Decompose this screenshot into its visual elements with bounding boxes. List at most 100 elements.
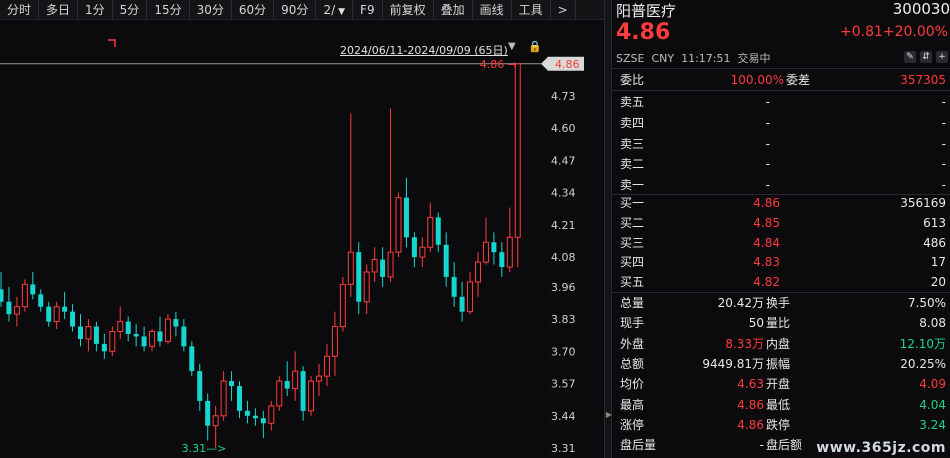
candle xyxy=(46,301,52,327)
candle xyxy=(316,363,322,396)
candle-body xyxy=(141,336,147,347)
toolbar-item[interactable]: 30分 xyxy=(190,0,232,20)
y-tick-label: 3.96 xyxy=(551,281,576,294)
candle-body xyxy=(514,63,521,238)
candle xyxy=(395,192,402,258)
candle xyxy=(220,371,227,421)
ratio-label: 委比 xyxy=(620,73,645,87)
candle xyxy=(300,366,306,421)
candle-body xyxy=(237,386,242,411)
candle-body xyxy=(411,237,417,258)
candle xyxy=(482,217,489,265)
bid-level-label: 买一 xyxy=(620,196,645,210)
bid-level-label: 买五 xyxy=(620,275,645,290)
candle xyxy=(0,272,4,307)
stat-label: 换手 xyxy=(766,296,791,310)
candle xyxy=(109,326,116,357)
candle xyxy=(164,314,171,344)
candle-body xyxy=(323,355,330,377)
candle-body xyxy=(117,321,124,332)
quote-meta: SZSE CNY 11:17:51 交易中 xyxy=(616,50,778,66)
stats-row: 总额 9449.81万 振幅 20.25% xyxy=(612,354,950,374)
date-range-label[interactable]: 2024/06/11-2024/09/09 (65日) xyxy=(340,42,508,58)
stat-value: 20.42万 xyxy=(717,296,764,310)
toolbar-item[interactable]: 叠加 xyxy=(434,0,473,20)
toolbar-item[interactable]: 60分 xyxy=(232,0,275,20)
candle xyxy=(237,381,242,419)
stat-label: 最低 xyxy=(766,397,791,412)
candle-body xyxy=(53,306,60,323)
toolbar-item[interactable]: 分时 xyxy=(0,0,40,20)
y-tick-label: 4.73 xyxy=(551,90,576,103)
bid-row: 买二 4.85 613 xyxy=(612,213,950,233)
ratio-diff-value: 357305 xyxy=(900,73,946,87)
ask-volume: - xyxy=(941,95,946,109)
y-tick-label: 3.31 xyxy=(551,442,576,455)
candle xyxy=(443,232,449,287)
ask-price: - xyxy=(765,95,770,109)
candle xyxy=(133,324,139,347)
kline-chart[interactable]: 4.73 4.60 4.47 4.34 4.21 4.08 3.96 3.83 3.70 3.57… xyxy=(0,20,604,458)
toolbar-item[interactable]: > xyxy=(551,0,576,20)
candle xyxy=(419,237,426,268)
toolbar-item[interactable]: 15分 xyxy=(147,0,190,20)
bid-price: 4.86 xyxy=(753,196,780,210)
stats-row: 均价 4.63 开盘 4.09 xyxy=(612,374,950,394)
candle xyxy=(260,410,266,439)
candle-body xyxy=(220,380,227,417)
candle xyxy=(411,232,417,268)
candle xyxy=(125,316,131,342)
candle-body xyxy=(356,252,362,302)
candle-body xyxy=(363,271,370,303)
candle-body xyxy=(268,405,275,424)
candle xyxy=(38,289,44,312)
stat-label: 跌停 xyxy=(766,417,791,432)
stat-value: - xyxy=(759,438,764,453)
candle-body xyxy=(173,319,179,327)
drag-icon[interactable]: ⇵ xyxy=(920,51,932,63)
ask-row: 卖五 - - xyxy=(612,92,950,112)
toolbar-item[interactable]: 工具 xyxy=(512,0,551,20)
toolbar-item[interactable]: 90分 xyxy=(274,0,317,20)
candle-body xyxy=(164,318,171,342)
toolbar-item[interactable]: 5分 xyxy=(113,0,148,20)
candle-body xyxy=(6,301,12,315)
candle-body xyxy=(46,306,52,322)
candle-body xyxy=(189,346,195,372)
candle-body xyxy=(276,380,283,407)
toolbar-item[interactable]: 1分 xyxy=(78,0,113,20)
candle xyxy=(339,276,346,332)
candle-body xyxy=(78,326,83,339)
bid-volume: 17 xyxy=(930,255,946,270)
stat-label: 内盘 xyxy=(766,336,791,351)
stat-label: 总额 xyxy=(620,356,645,371)
candle xyxy=(244,400,250,424)
stock-code: 300030 xyxy=(892,0,950,18)
panel-splitter[interactable]: ▶ xyxy=(604,0,612,458)
edit-icon[interactable]: ✎ xyxy=(904,51,916,63)
toolbar-item[interactable]: 画线 xyxy=(473,0,512,20)
stat-value: 50 xyxy=(748,316,764,331)
bid-row: 买一 4.86 356169 xyxy=(612,193,950,213)
add-icon[interactable]: + xyxy=(936,51,948,63)
kline-chart-area[interactable]: 4.73 4.60 4.47 4.34 4.21 4.08 3.96 3.83 3.70 3.57… xyxy=(0,20,604,458)
toolbar-item[interactable]: 2/ xyxy=(316,0,354,20)
divider xyxy=(612,68,950,69)
toolbar-item[interactable]: F9 xyxy=(353,0,383,20)
bid-price: 4.84 xyxy=(753,235,780,250)
lock-icon[interactable]: 🔒 xyxy=(528,40,542,53)
candle-body xyxy=(387,251,394,278)
date-range-dropdown-icon[interactable]: ▼ xyxy=(508,41,516,52)
toolbar-item[interactable]: 多日 xyxy=(39,0,79,20)
candle xyxy=(229,371,235,401)
candle-body xyxy=(435,217,441,245)
candle-body xyxy=(316,375,322,382)
candle xyxy=(475,252,481,297)
trading-status: 交易中 xyxy=(737,52,771,65)
candle xyxy=(284,361,290,396)
bid-level-label: 买四 xyxy=(620,255,645,270)
candle-body xyxy=(229,381,235,387)
candle xyxy=(117,306,124,339)
stat-value: 4.63 xyxy=(737,377,764,392)
toolbar-item[interactable]: 前复权 xyxy=(383,0,434,20)
